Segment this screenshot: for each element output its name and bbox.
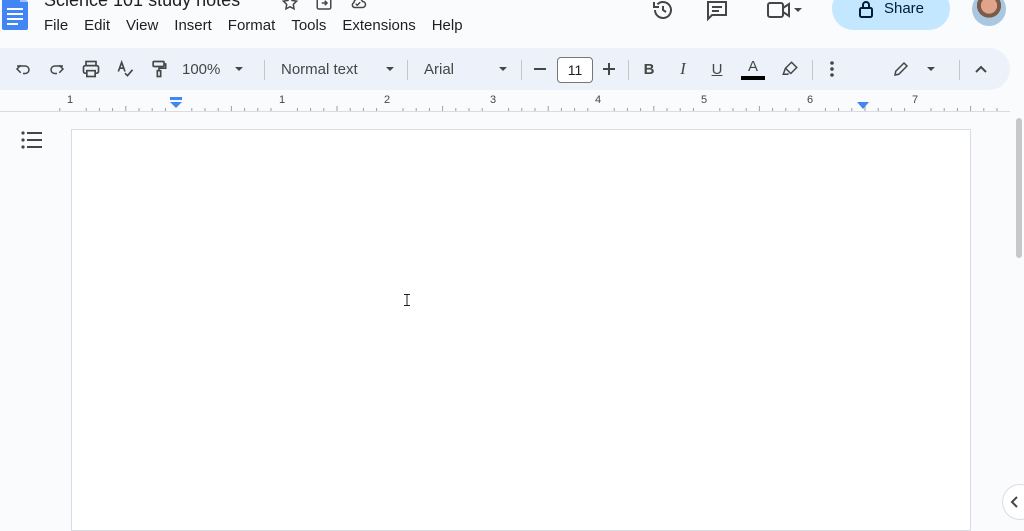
share-button[interactable]: Share (832, 0, 950, 30)
toolbar-divider (959, 60, 960, 80)
plus-icon[interactable] (599, 48, 619, 90)
outline-icon[interactable] (20, 129, 46, 151)
menu-extensions[interactable]: Extensions (334, 15, 423, 37)
menu-tools[interactable]: Tools (283, 15, 334, 37)
undo-icon[interactable] (10, 48, 36, 90)
toolbar: 100% Normal text Arial 11 B I U A (0, 48, 1010, 90)
underline-button[interactable]: U (706, 48, 728, 90)
history-icon[interactable] (648, 0, 678, 24)
chevron-down-icon (794, 8, 802, 12)
toolbar-divider (628, 60, 629, 80)
meet-icon[interactable] (760, 0, 810, 24)
zoom-select[interactable]: 100% (182, 48, 254, 90)
chevron-down-icon (386, 67, 394, 71)
toolbar-divider (812, 60, 813, 80)
document-title[interactable]: Science 101 study notes (44, 0, 240, 11)
bold-button[interactable]: B (638, 48, 660, 90)
side-panel-toggle[interactable] (1002, 484, 1024, 520)
more-icon[interactable] (822, 48, 842, 90)
docs-logo[interactable] (2, 0, 28, 30)
left-indent-marker[interactable] (169, 97, 183, 109)
vertical-scrollbar[interactable] (1014, 116, 1024, 512)
ruler-number: 7 (911, 94, 919, 106)
toolbar-divider (407, 60, 408, 80)
ruler-number: 2 (383, 94, 391, 106)
comments-icon[interactable] (702, 0, 732, 24)
font-size-input[interactable]: 11 (557, 57, 593, 83)
ruler[interactable]: 1 1 2 3 4 5 6 7 (0, 92, 1010, 112)
toolbar-divider (521, 60, 522, 80)
menu-format[interactable]: Format (220, 15, 284, 37)
cloud-saved-icon[interactable] (348, 0, 368, 12)
editing-mode-select[interactable] (892, 48, 936, 90)
ruler-number: 3 (489, 94, 497, 106)
avatar[interactable] (972, 0, 1006, 26)
font-select[interactable]: Arial (424, 48, 508, 90)
ruler-number: 5 (700, 94, 708, 106)
ruler-number: 6 (806, 94, 814, 106)
scrollbar-thumb[interactable] (1016, 118, 1022, 258)
chevron-down-icon (927, 67, 935, 71)
text-color-swatch (741, 75, 765, 80)
chevron-down-icon (235, 67, 244, 71)
print-icon[interactable] (78, 48, 104, 90)
title-icons (280, 0, 368, 12)
pencil-icon (894, 61, 909, 76)
right-indent-marker[interactable] (857, 102, 869, 110)
paragraph-style-select[interactable]: Normal text (281, 48, 395, 90)
chevron-left-icon (1010, 496, 1018, 508)
app-header: Science 101 study notes File Edit View I… (0, 0, 1024, 44)
document-page[interactable] (71, 129, 971, 531)
spellcheck-icon[interactable] (112, 48, 138, 90)
paint-format-icon[interactable] (146, 48, 172, 90)
paragraph-style-value: Normal text (281, 60, 358, 78)
toolbar-divider (264, 60, 265, 80)
ruler-number: 1 (278, 94, 286, 106)
text-color-button[interactable]: A (740, 48, 766, 90)
ruler-baseline (0, 111, 1010, 112)
share-label: Share (883, 0, 925, 17)
text-cursor-icon (404, 294, 410, 306)
lock-icon (858, 0, 873, 18)
move-icon[interactable] (314, 0, 334, 12)
menu-insert[interactable]: Insert (166, 15, 220, 37)
redo-icon[interactable] (44, 48, 70, 90)
menu-help[interactable]: Help (424, 15, 471, 37)
text-color-label: A (747, 57, 758, 75)
zoom-value: 100% (182, 60, 221, 78)
font-value: Arial (424, 60, 455, 78)
chevron-up-icon[interactable] (970, 48, 992, 90)
menu-edit[interactable]: Edit (76, 15, 118, 37)
italic-button[interactable]: I (672, 48, 694, 90)
menu-view[interactable]: View (118, 15, 166, 37)
highlighter-icon[interactable] (778, 48, 802, 90)
star-icon[interactable] (280, 0, 300, 12)
chevron-down-icon (499, 67, 507, 71)
menu-bar: File Edit View Insert Format Tools Exten… (36, 15, 471, 37)
ruler-number: 4 (594, 94, 602, 106)
menu-file[interactable]: File (36, 15, 76, 37)
ruler-number: 1 (66, 94, 74, 106)
minus-icon[interactable] (530, 48, 550, 90)
